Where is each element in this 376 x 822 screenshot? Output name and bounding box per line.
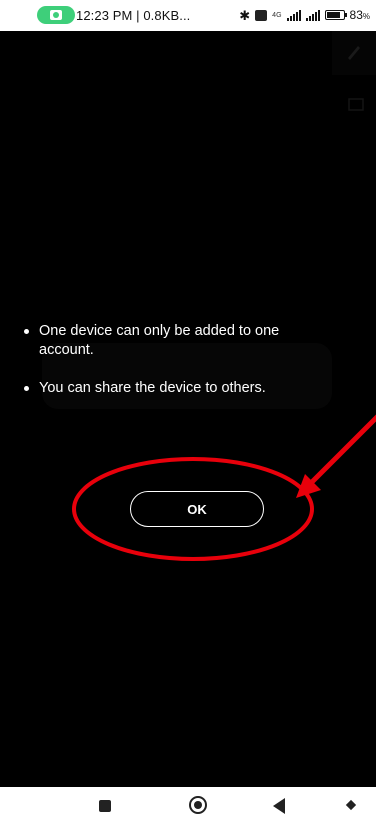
signal-icon <box>286 9 301 21</box>
bluetooth-icon: ✱ <box>239 7 251 23</box>
battery-icon <box>324 10 347 20</box>
pencil-icon <box>348 46 360 60</box>
info-dialog: One device can only be added to one acco… <box>0 322 376 417</box>
camera-recording-icon <box>50 10 62 20</box>
battery-percentage: 83% <box>349 8 370 22</box>
info-list: One device can only be added to one acco… <box>24 322 324 398</box>
recents-icon <box>99 800 111 812</box>
screen-recording-indicator[interactable] <box>37 6 75 24</box>
signal-icon <box>305 9 320 21</box>
ok-button[interactable]: OK <box>130 491 264 527</box>
settings-corner-button[interactable] <box>336 87 376 125</box>
back-button[interactable] <box>268 795 292 815</box>
assist-button[interactable]: ⬥ <box>339 795 363 815</box>
list-item: You can share the device to others. <box>24 379 324 398</box>
navigation-bar: ⬥ <box>0 787 376 822</box>
network-type-label: 4G <box>272 11 282 19</box>
volte-icon <box>255 9 268 21</box>
home-button[interactable] <box>187 795 211 815</box>
edit-button[interactable] <box>332 31 376 75</box>
recents-button[interactable] <box>93 795 117 815</box>
app-screen: One device can only be added to one acco… <box>0 31 376 787</box>
status-bar: 12:23 PM | 0.8KB... ✱ 4G 83% <box>0 0 376 31</box>
assist-icon: ⬥ <box>345 796 357 813</box>
status-time-and-speed: 12:23 PM | 0.8KB... <box>76 8 191 23</box>
back-icon <box>273 798 285 814</box>
status-icons: ✱ 4G 83% <box>239 6 370 24</box>
home-icon <box>189 796 207 814</box>
list-item: One device can only be added to one acco… <box>24 322 324 360</box>
frame-icon <box>348 98 364 111</box>
